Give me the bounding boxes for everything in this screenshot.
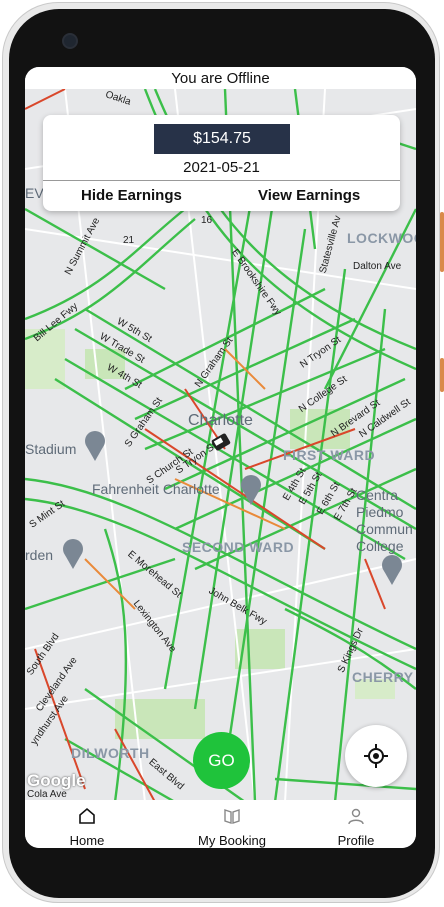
stadium-pin [85, 431, 105, 461]
front-camera [62, 33, 78, 49]
restaurant-pin [241, 475, 261, 505]
nav-booking-label: My Booking [198, 833, 266, 848]
map-label-fahrenheit: Fahrenheit Charlotte [92, 481, 220, 497]
app-screen: You are Offline Charlotte FIRST WARD SEC… [25, 67, 416, 848]
earnings-date: 2021-05-21 [183, 159, 260, 176]
earnings-divider [43, 180, 400, 181]
user-icon [348, 808, 364, 825]
offline-status: You are Offline [25, 67, 416, 89]
map-label-central-piedmont: Centra Piedmo Commun College [356, 487, 413, 554]
power-button [440, 212, 444, 272]
nav-my-booking[interactable]: My Booking [180, 800, 284, 848]
map-label-dalton: Dalton Ave [353, 261, 402, 272]
map-label-hwy21: 21 [123, 235, 135, 246]
map-label-stadium: Stadium [25, 441, 77, 457]
map-label-cherry: CHERRY [352, 669, 414, 685]
map-label-dilworth: DILWORTH [71, 745, 150, 761]
nav-profile[interactable]: Profile [325, 800, 387, 848]
nav-profile-label: Profile [337, 833, 375, 848]
locate-me-button[interactable] [345, 725, 407, 787]
map-label-second-ward: SECOND WARD [182, 539, 295, 555]
nav-home[interactable]: Home [58, 800, 116, 848]
book-icon [224, 809, 240, 824]
hide-earnings-button[interactable]: Hide Earnings [81, 183, 182, 209]
view-earnings-button[interactable]: View Earnings [258, 183, 360, 209]
map-label-first-ward: FIRST WARD [283, 447, 376, 463]
go-button[interactable]: GO [193, 732, 250, 789]
map-label-lockwood: LOCKWOO [347, 230, 416, 246]
nav-home-label: Home [69, 833, 105, 848]
crosshair-icon [364, 744, 388, 768]
google-logo: Google [27, 771, 86, 790]
volume-button [440, 358, 444, 392]
map-label-hwy16: 16 [201, 215, 213, 226]
map-label-ev: EV [25, 185, 44, 201]
phone-frame: You are Offline Charlotte FIRST WARD SEC… [0, 0, 444, 907]
map-label-charlotte: Charlotte [188, 412, 253, 429]
college-pin [382, 555, 402, 585]
earnings-amount: $154.75 [154, 124, 290, 154]
home-icon [79, 807, 95, 824]
earnings-card: $154.75 2021-05-21 Hide Earnings View Ea… [43, 115, 400, 211]
restaurant-pin-2 [63, 539, 83, 569]
bottom-navigation: Home My Booking Profile [25, 800, 416, 848]
map-label-arden: rden [25, 547, 54, 563]
